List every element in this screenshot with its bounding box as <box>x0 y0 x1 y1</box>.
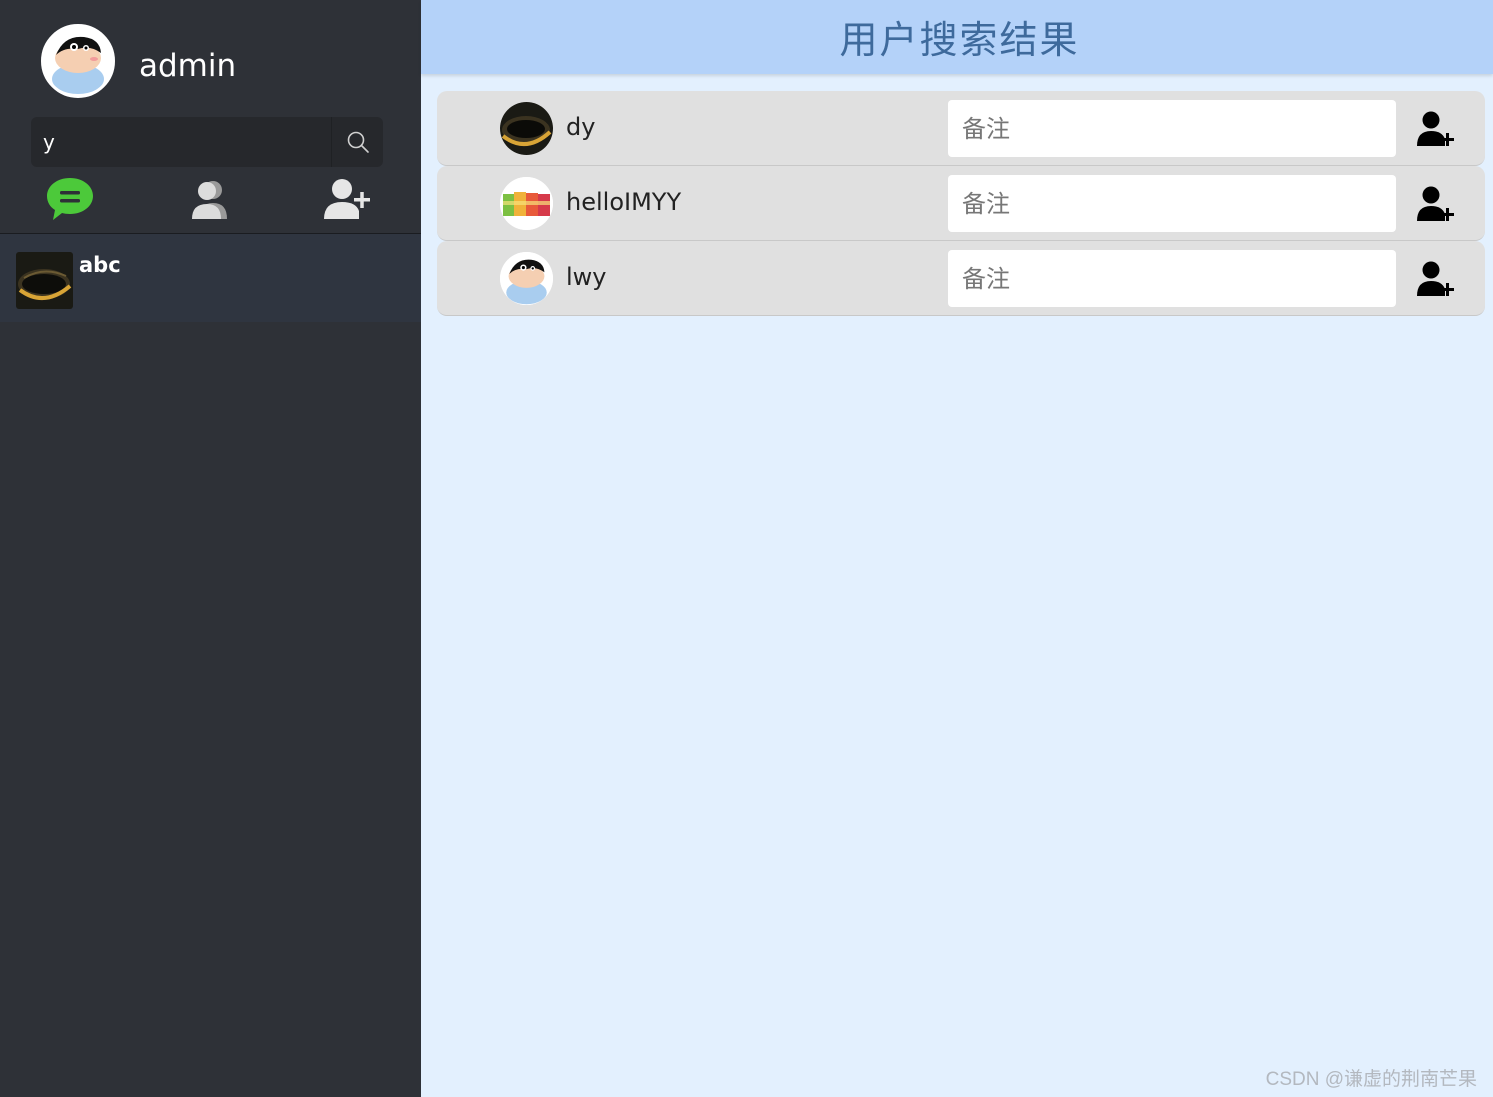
watermark: CSDN @谦虚的荆南芒果 <box>1265 1069 1477 1090</box>
remark-input[interactable] <box>948 175 1396 232</box>
result-avatar <box>500 252 553 305</box>
add-friend-button[interactable] <box>1412 107 1458 153</box>
user-name: admin <box>139 48 237 84</box>
add-user-icon <box>1417 261 1454 296</box>
result-row: lwy <box>437 241 1485 316</box>
contact-list: abc <box>0 234 421 322</box>
add-user-icon <box>1417 111 1454 146</box>
search-icon <box>347 131 369 153</box>
chat-tab[interactable] <box>45 174 95 224</box>
add-friend-button[interactable] <box>1412 257 1458 303</box>
result-name: lwy <box>566 263 607 291</box>
result-row: helloIMYY <box>437 166 1485 241</box>
contact-name: abc <box>79 253 121 277</box>
main-panel: 用户搜索结果 dy 备注 helloIMYY 备注 lwy 备注 CSDN @谦… <box>421 0 1493 1097</box>
add-friend-button[interactable] <box>1412 182 1458 228</box>
add-friend-tab[interactable] <box>322 174 372 224</box>
contacts-icon <box>192 181 227 219</box>
contacts-tab[interactable] <box>184 174 234 224</box>
result-name: dy <box>566 113 596 141</box>
page-title: 用户搜索结果 <box>839 18 1080 62</box>
contact-avatar <box>16 252 73 309</box>
sidebar-header: admin <box>0 0 421 234</box>
result-name: helloIMYY <box>566 188 682 216</box>
contact-item[interactable]: abc <box>0 234 421 322</box>
add-friend-icon <box>324 179 370 219</box>
remark-input[interactable] <box>948 100 1396 157</box>
title-bar: 用户搜索结果 <box>421 0 1493 74</box>
search-results: dy 备注 helloIMYY 备注 lwy 备注 <box>437 91 1485 316</box>
search-input[interactable] <box>31 117 321 167</box>
sidebar: admin y abc <box>0 0 421 1097</box>
user-avatar[interactable] <box>41 24 115 98</box>
chat-icon <box>47 178 93 220</box>
search-button[interactable] <box>331 117 383 167</box>
result-row: dy <box>437 91 1485 166</box>
result-avatar <box>500 102 553 155</box>
add-user-icon <box>1417 186 1454 221</box>
result-avatar <box>500 177 553 230</box>
search-box <box>31 117 331 167</box>
remark-input[interactable] <box>948 250 1396 307</box>
